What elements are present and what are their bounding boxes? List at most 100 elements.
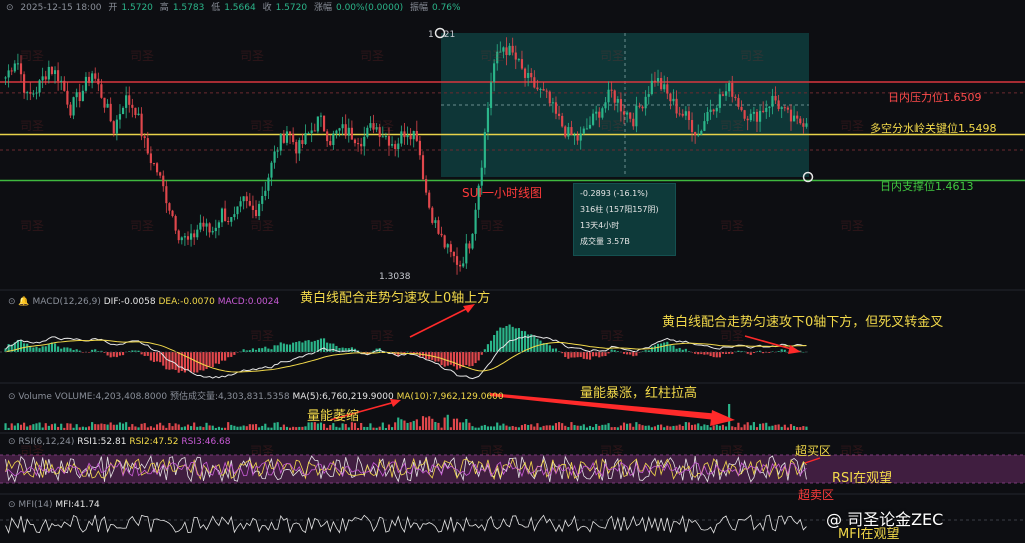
candle-body — [400, 131, 403, 144]
volume-bar — [41, 427, 44, 430]
candle-body — [471, 233, 474, 249]
volume-bar — [363, 426, 366, 430]
macd-bar — [47, 343, 50, 352]
macd-bar — [622, 352, 626, 354]
candle-body — [530, 72, 533, 78]
volume-bar — [539, 427, 542, 430]
watermark-text: 司圣 — [720, 444, 744, 458]
macd-bar — [211, 352, 214, 368]
candle-body — [261, 195, 264, 204]
macd-bar — [267, 348, 270, 352]
macd-bar — [564, 352, 567, 358]
volume-bar — [592, 427, 595, 430]
volume-bar — [780, 426, 783, 430]
volume-bar — [678, 424, 681, 430]
watermark-text: 司圣 — [600, 119, 624, 133]
watermark-text: 司圣 — [250, 329, 274, 343]
chevron-icon[interactable]: ⊙ — [8, 500, 16, 510]
candle-body — [13, 63, 16, 72]
chevron-icon[interactable]: ⊙ — [8, 297, 16, 307]
macd-bar — [517, 328, 520, 352]
volume-bar — [177, 424, 180, 430]
candle-body — [715, 107, 718, 112]
candle-body — [100, 84, 103, 98]
volume-bar — [743, 424, 746, 430]
volume-bar — [329, 425, 332, 430]
volume-bar — [418, 426, 421, 430]
candle-body — [743, 110, 746, 119]
volume-bar — [239, 426, 242, 430]
volume-bar — [656, 424, 660, 430]
macd-bar — [285, 344, 289, 352]
volume-bar — [647, 425, 650, 430]
volume-bar — [264, 423, 267, 430]
candle-body — [224, 208, 227, 222]
volume-bar — [660, 424, 663, 430]
macd-bar — [721, 352, 725, 354]
macd-bar — [666, 341, 669, 352]
candle-body — [112, 121, 115, 134]
candle-body — [731, 82, 734, 97]
rsi-legend: ⊙ RSI(6,12,24) RSI1:52.81 RSI2:47.52 RSI… — [8, 437, 231, 447]
candle-body — [802, 123, 805, 127]
candle-body — [4, 77, 7, 79]
macd-bar — [715, 352, 718, 358]
candle-body — [353, 139, 357, 144]
candle-body — [236, 206, 239, 215]
macd-bar — [322, 338, 326, 352]
candle-body — [60, 80, 63, 82]
volume-bar — [690, 424, 694, 430]
volume-bar — [338, 427, 341, 430]
macd-bar — [477, 352, 480, 361]
macd-bar — [520, 330, 524, 352]
volume-bar — [548, 425, 551, 430]
overbought-label: 超买区 — [795, 444, 832, 458]
macd-bar — [650, 346, 653, 352]
volume-bar — [653, 426, 657, 430]
candle-body — [533, 77, 536, 88]
candle-body — [180, 237, 183, 241]
volume-bar — [227, 422, 230, 430]
volume-bar — [499, 425, 502, 430]
macd-bar — [468, 352, 471, 367]
volume-bar — [152, 427, 156, 430]
volume-bar — [369, 423, 372, 430]
candle-body — [162, 175, 165, 187]
macd-bar — [174, 352, 177, 371]
candle-body — [106, 103, 109, 108]
chevron-icon[interactable]: ⊙ — [8, 437, 16, 447]
volume-bar — [301, 426, 304, 430]
candle-body — [579, 133, 582, 141]
candle-body — [564, 126, 567, 137]
macd-bar — [493, 334, 496, 352]
macd-bar — [598, 352, 601, 358]
candle-body — [616, 99, 619, 103]
candle-body — [468, 243, 471, 249]
candle-body — [551, 102, 554, 104]
bell-icon[interactable]: 🔔 — [18, 297, 29, 307]
candle-body — [19, 63, 23, 75]
volume-bar — [394, 422, 397, 430]
candle-body — [38, 80, 41, 93]
macd-bar — [697, 352, 700, 355]
chevron-icon[interactable]: ⊙ — [8, 392, 16, 402]
candle-body — [666, 84, 669, 94]
chart-canvas[interactable]: 司圣 司圣 司圣 司圣 司圣 司圣 司圣司圣 司圣 司圣 司圣 司圣 司圣司圣 司圣 司圣 司圣 司圣 司圣 司圣… — [0, 0, 1025, 543]
volume-bar — [663, 427, 666, 430]
macd-bar — [505, 326, 508, 352]
volume-bar — [406, 422, 409, 430]
candle-body — [434, 220, 437, 223]
volume-bar — [740, 427, 743, 430]
candle-body — [356, 143, 360, 145]
volume-bar — [387, 424, 391, 430]
candle-body — [539, 88, 542, 90]
candle-body — [57, 70, 60, 82]
volume-bar — [251, 424, 255, 430]
watermark-text: 司圣 — [600, 49, 624, 63]
measure-tooltip: -0.2893 (-16.1%) 316柱 (157阳157阴) 13天4小时 … — [573, 183, 676, 256]
volume-bar — [805, 426, 808, 430]
volume-bar — [403, 420, 406, 430]
volume-bar — [233, 425, 236, 430]
volume-bar — [19, 424, 23, 430]
volume-bar — [292, 426, 295, 430]
